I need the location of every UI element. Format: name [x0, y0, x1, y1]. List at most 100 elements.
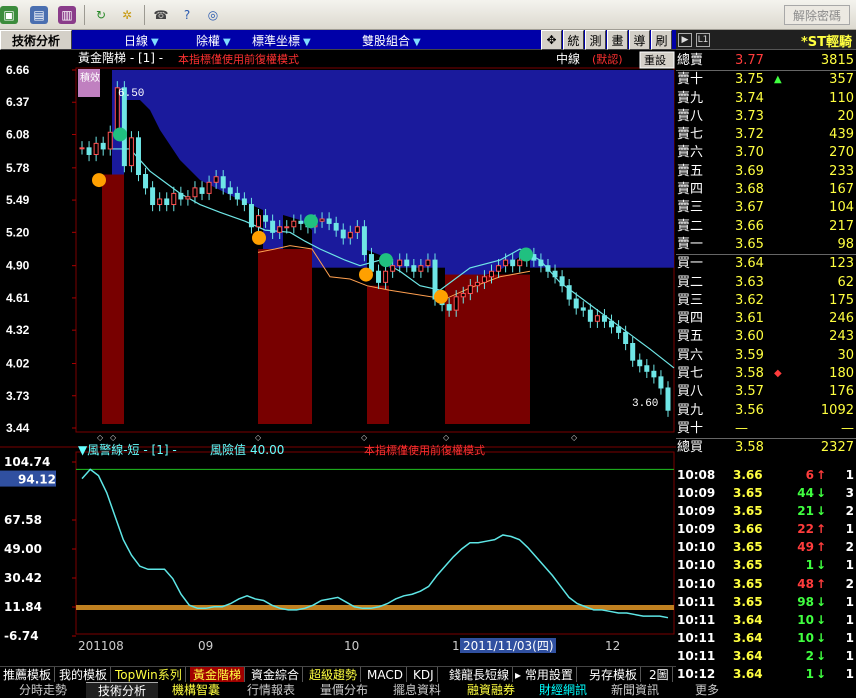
tick-row[interactable]: 10:11 3.64 10 ↓ 1	[676, 611, 856, 629]
bid-row[interactable]: 買五 3.60 243	[676, 328, 856, 346]
chart-tool-button-6[interactable]: 刷	[651, 30, 672, 50]
bid-row[interactable]: 買八 3.57 176	[676, 383, 856, 401]
tick-row[interactable]: 10:11 3.65 98 ↓ 1	[676, 593, 856, 611]
bid-row[interactable]: 買六 3.59 30	[676, 347, 856, 365]
collapse-panel-button[interactable]: ▶	[678, 33, 692, 47]
tick-row[interactable]: 10:08 3.66 6 ↑ 1	[676, 466, 856, 484]
chart-tool-button-2[interactable]: 統	[563, 30, 584, 50]
help-icon[interactable]: ?	[178, 6, 196, 24]
bid-row[interactable]: 買三 3.62 175	[676, 292, 856, 310]
template-tab-11[interactable]: 另存模板	[586, 667, 642, 683]
settings-icon[interactable]: ✲	[118, 6, 136, 24]
technical-chart[interactable]: 6.66 6.37 6.08 5.78 5.49 5.20 4.90 4.61 4.32 4.02…	[0, 50, 676, 666]
event-marker-icon: ◇	[571, 433, 578, 442]
ask-row[interactable]: 賣四 3.68 167	[676, 181, 856, 199]
ask-row[interactable]: 賣六 3.70 270	[676, 144, 856, 162]
tick-list: 10:08 3.66 6 ↑ 1 10:09 3.65 44 ↓ 3 10:09 3.65 21 ↓ 2 10…	[676, 466, 856, 698]
quote-price: 3.72	[735, 127, 764, 143]
bid-row[interactable]: 買九 3.56 1092	[676, 402, 856, 420]
tick-time: 10:11	[677, 612, 716, 627]
template-tab-10[interactable]: ▸ 常用設置	[512, 667, 577, 683]
ask-row[interactable]: 賣三 3.67 104	[676, 199, 856, 217]
ask-row[interactable]: 賣十 3.75 ▲ 357	[676, 71, 856, 89]
image-icon[interactable]: ▣	[0, 6, 18, 24]
total-sell-row[interactable]: 總賣 3.77 3815	[676, 52, 856, 70]
candle-body	[467, 285, 473, 294]
bid-row[interactable]: 買七 3.58 ◆ 180	[676, 365, 856, 383]
ask-row[interactable]: 賣八 3.73 20	[676, 108, 856, 126]
menu-1-dropdown[interactable]: 日線 ▼	[124, 32, 159, 49]
unlock-password-button[interactable]: 解除密碼	[784, 5, 850, 25]
tick-row[interactable]: 10:11 3.64 10 ↓ 1	[676, 629, 856, 647]
template-tab-12[interactable]: 2圖	[646, 667, 673, 683]
candle-body	[474, 281, 480, 287]
candle-body	[566, 285, 572, 300]
module-tab-4[interactable]: 行情報表	[234, 682, 308, 698]
tick-row[interactable]: 10:10 3.65 49 ↑ 2	[676, 538, 856, 556]
module-tab-9[interactable]: 新聞資訊	[598, 682, 672, 698]
candle-body	[185, 196, 191, 200]
template-tab-7[interactable]: MACD	[364, 667, 407, 683]
module-tab-7[interactable]: 融資融券	[454, 682, 528, 698]
bid-row[interactable]: 買四 3.61 246	[676, 310, 856, 328]
template-tab-9[interactable]: 錢龍長短線	[446, 667, 514, 683]
tick-row[interactable]: 10:12 3.64 1 ↓ 1	[676, 665, 856, 683]
bid-row[interactable]: 買二 3.63 62	[676, 274, 856, 292]
bid-row[interactable]: 買十 — —	[676, 420, 856, 438]
chart-tool-button-5[interactable]: 導	[629, 30, 650, 50]
ask-row[interactable]: 賣一 3.65 98	[676, 236, 856, 254]
template-tab-6[interactable]: 超級趨勢	[306, 667, 362, 683]
tick-row[interactable]: 10:09 3.66 22 ↑ 1	[676, 520, 856, 538]
main-indicator-note: 本指標僅使用前復權模式	[178, 52, 299, 66]
tab-technical-analysis[interactable]: 技術分析	[0, 30, 72, 50]
template-tab-8[interactable]: KDJ	[410, 667, 438, 683]
candle-body	[637, 359, 643, 367]
tick-price: 3.64	[733, 612, 763, 627]
chart-icon[interactable]: ▤	[30, 6, 48, 24]
candle-body	[319, 218, 325, 222]
chart-tool-button-3[interactable]: 測	[585, 30, 606, 50]
refresh-icon[interactable]: ↻	[92, 6, 110, 24]
total-buy-row[interactable]: 總買 3.58 2327	[676, 439, 856, 457]
menu-4-dropdown[interactable]: 雙股組合 ▼	[362, 32, 421, 49]
candle-body	[559, 276, 565, 287]
template-tab-2[interactable]: 我的模板	[56, 667, 112, 683]
ask-row[interactable]: 賣二 3.66 217	[676, 218, 856, 236]
candle-body	[164, 198, 170, 206]
chart-tool-button-4[interactable]: 畫	[607, 30, 628, 50]
template-tab-3[interactable]: TopWin系列	[112, 667, 186, 683]
module-tab-1[interactable]: 分時走勢	[0, 682, 86, 698]
ask-row[interactable]: 賣九 3.74 110	[676, 90, 856, 108]
module-tab-2[interactable]: 技術分析	[86, 682, 158, 698]
module-tab-6[interactable]: 擺息資料	[380, 682, 454, 698]
menu-3-dropdown[interactable]: 標準坐標 ▼	[252, 32, 311, 49]
tick-row[interactable]: 10:10 3.65 48 ↑ 2	[676, 575, 856, 593]
quote-volume: 270	[829, 145, 854, 161]
module-tab-5[interactable]: 量價分布	[308, 682, 380, 698]
candle-body	[580, 307, 586, 311]
module-tab-10[interactable]: 更多	[672, 682, 742, 698]
bid-row[interactable]: 買一 3.64 123	[676, 255, 856, 273]
menu-2-dropdown[interactable]: 除權 ▼	[196, 32, 231, 49]
candle-body	[594, 315, 600, 322]
template-tab-4[interactable]: 黃金階梯	[190, 667, 246, 683]
chart-tool-button-1[interactable]: ✥	[541, 30, 562, 50]
level-toggle-button[interactable]: L1	[696, 33, 710, 47]
module-tab-3[interactable]: 機構智囊	[158, 682, 234, 698]
phone-icon[interactable]: ☎	[152, 6, 170, 24]
report-icon[interactable]: ▥	[58, 6, 76, 24]
template-tab-1[interactable]: 推薦模板	[0, 667, 56, 683]
tick-row[interactable]: 10:10 3.65 1 ↓ 1	[676, 556, 856, 574]
tick-count: 1	[845, 630, 854, 645]
tick-row[interactable]: 10:09 3.65 21 ↓ 2	[676, 502, 856, 520]
template-tab-5[interactable]: 資金綜合	[248, 667, 304, 683]
tick-row[interactable]: 10:09 3.65 44 ↓ 3	[676, 484, 856, 502]
module-tab-8[interactable]: 財經網訊	[528, 682, 598, 698]
chat-icon[interactable]: ◎	[204, 6, 222, 24]
ask-row[interactable]: 賣五 3.69 233	[676, 163, 856, 181]
tick-row[interactable]: 10:11 3.64 2 ↓ 1	[676, 647, 856, 665]
ask-row[interactable]: 賣七 3.72 439	[676, 126, 856, 144]
quote-level-label: 買三	[677, 292, 704, 308]
quote-level-label: 買一	[677, 256, 704, 272]
tick-volume: 22	[797, 522, 814, 537]
